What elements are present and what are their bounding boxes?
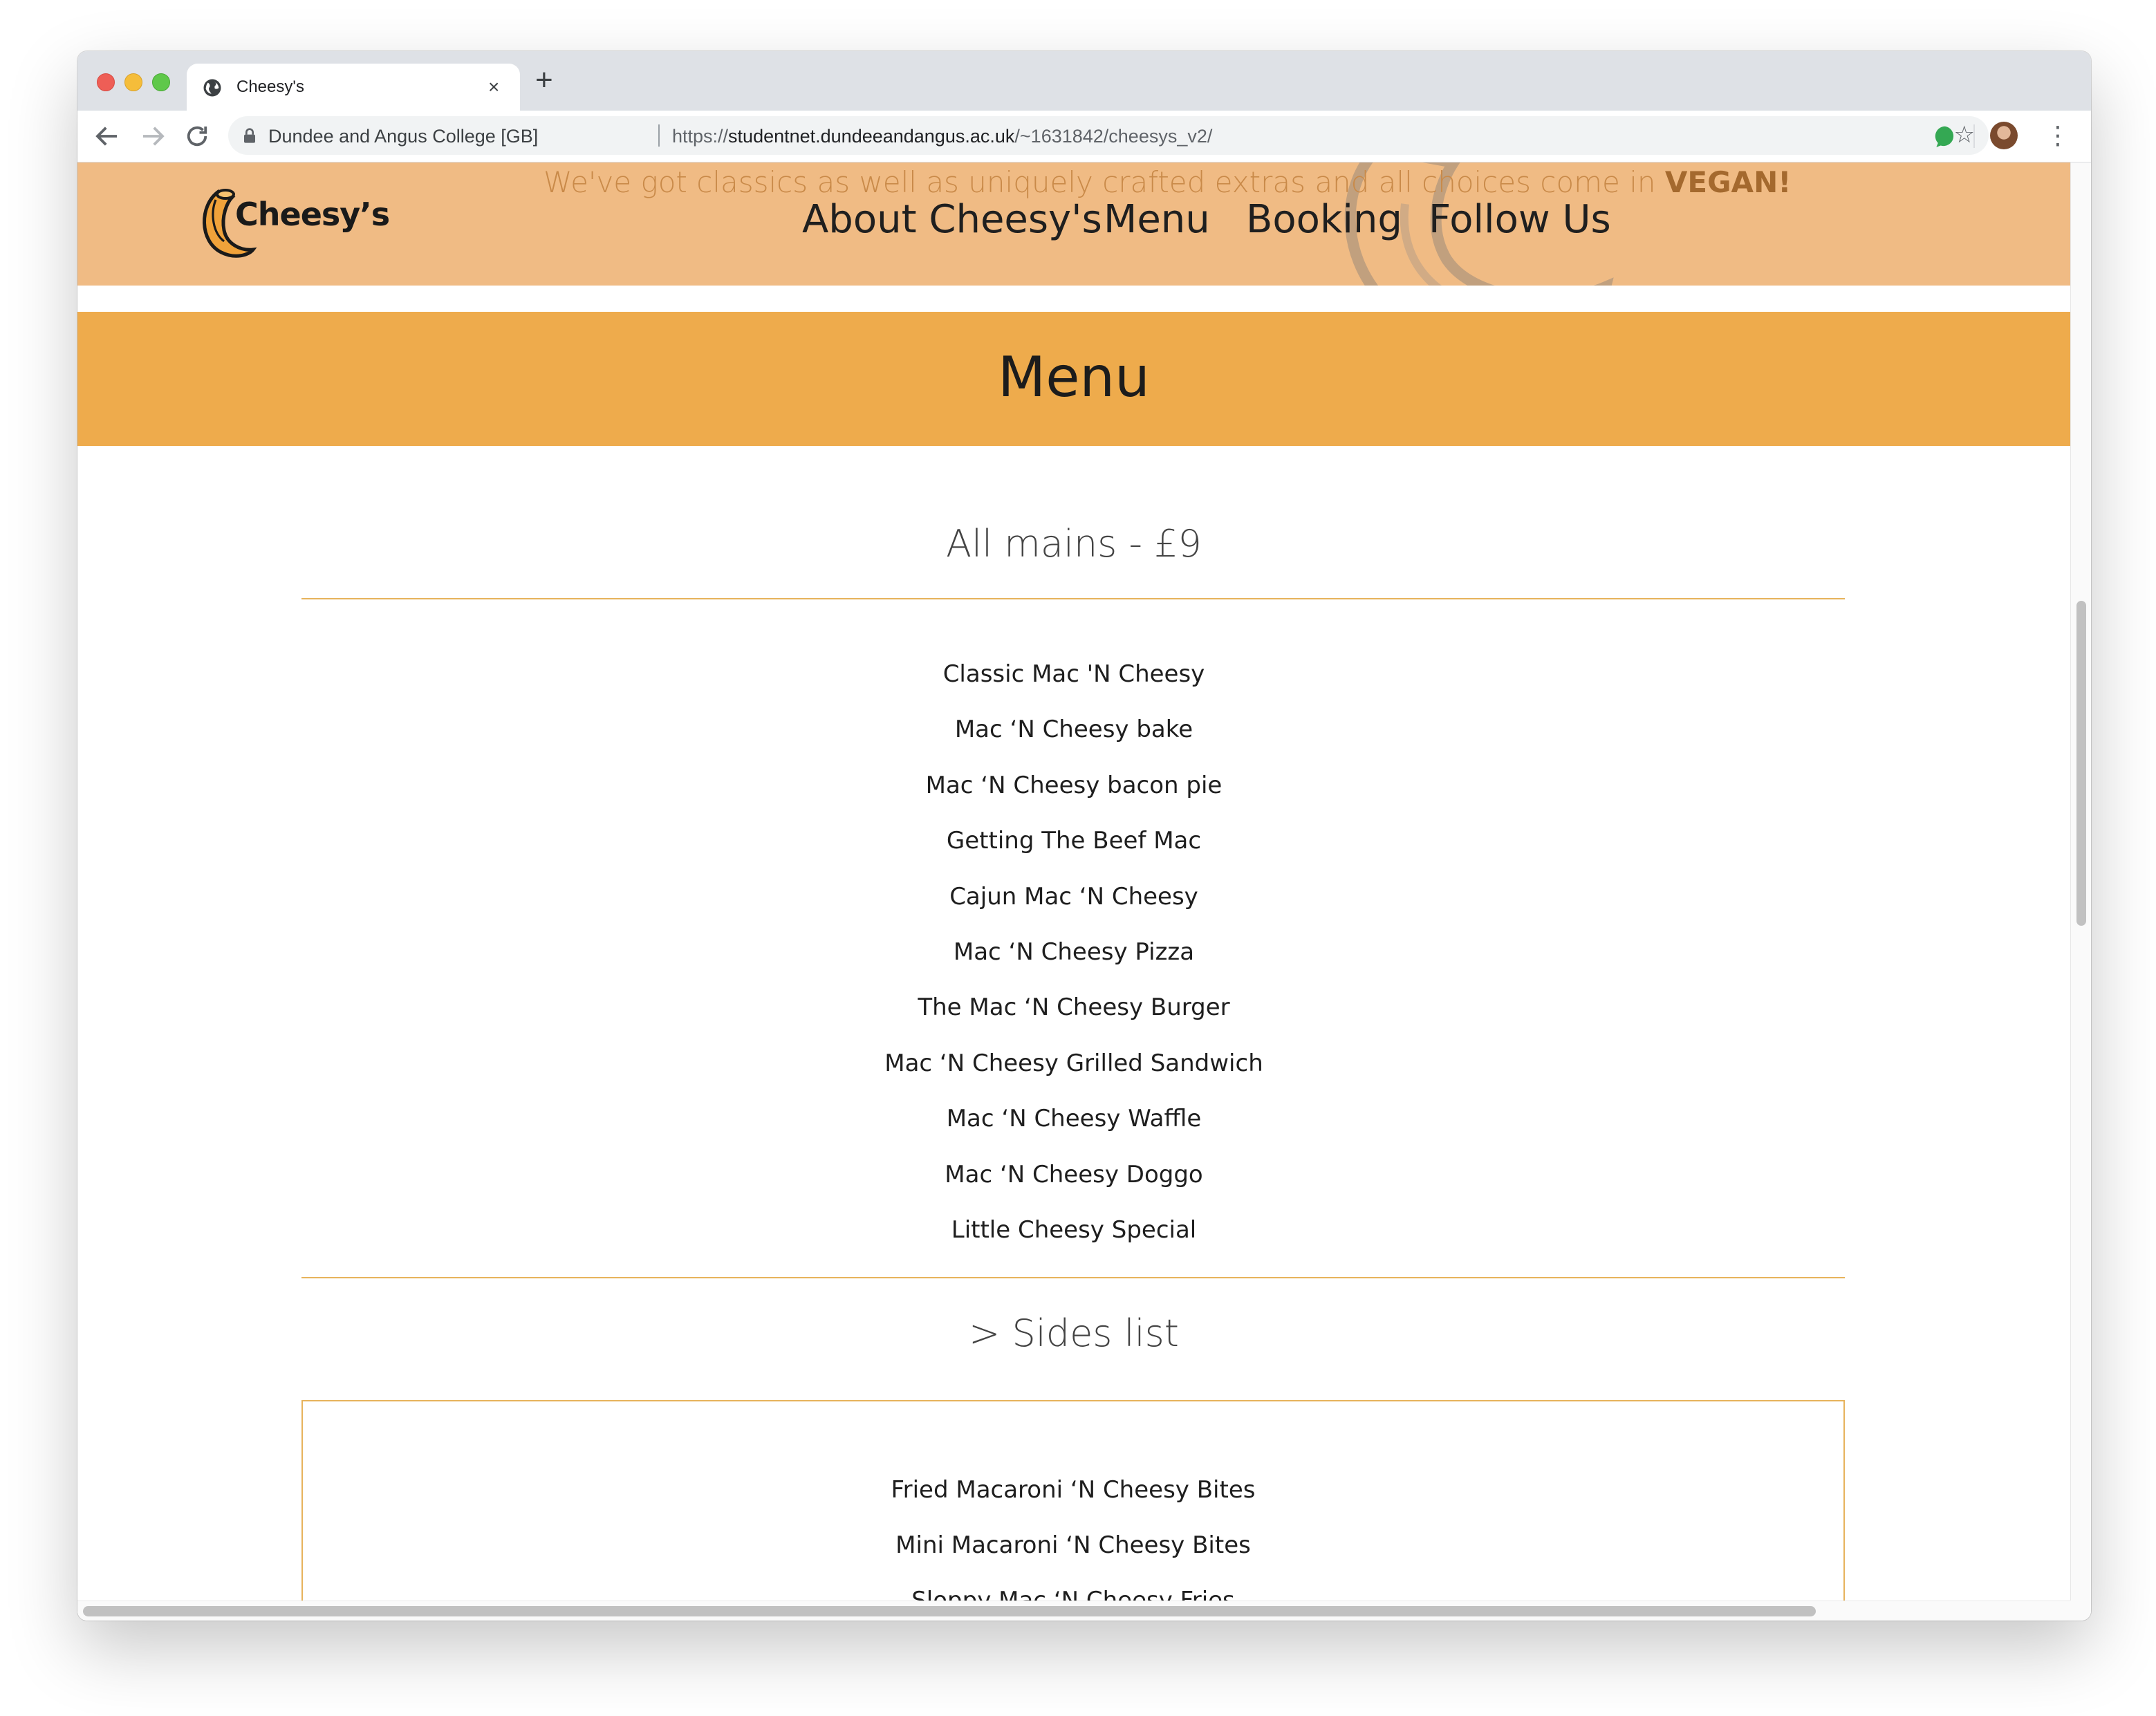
- sides-toggle[interactable]: > Sides list: [77, 1312, 2070, 1355]
- list-item: Getting The Beef Mac: [946, 827, 1202, 855]
- list-item: Mac ‘N Cheesy Grilled Sandwich: [884, 1049, 1263, 1077]
- tagline: We've got classics as well as uniquely c…: [543, 165, 1791, 199]
- tagline-text: We've got classics as well as uniquely c…: [543, 165, 1665, 199]
- horizontal-scrollbar-thumb[interactable]: [83, 1606, 1816, 1616]
- nav-follow-us[interactable]: Follow Us: [1429, 197, 1611, 242]
- address-bar[interactable]: Dundee and Angus College [GB] https://st…: [228, 116, 1989, 155]
- list-item: Cajun Mac ‘N Cheesy: [949, 882, 1198, 911]
- divider-bottom: [301, 1277, 1845, 1278]
- logo-text[interactable]: Cheesy’s: [235, 196, 390, 233]
- mains-list: Classic Mac 'N Cheesy Mac ‘N Cheesy bake…: [77, 646, 2070, 1258]
- nav-menu[interactable]: Menu: [1104, 197, 1210, 242]
- nav-booking[interactable]: Booking: [1246, 197, 1402, 242]
- list-item: Mac ‘N Cheesy Doggo: [945, 1160, 1203, 1188]
- tagline-emphasis: VEGAN!: [1664, 165, 1792, 199]
- url-host: studentnet.dundeeandangus.ac.uk: [728, 126, 1015, 147]
- divider-top: [301, 598, 1845, 599]
- list-item: Sloppy Mac ‘N Cheesy Fries: [911, 1587, 1235, 1601]
- list-item: Fried Macaroni ‘N Cheesy Bites: [891, 1476, 1256, 1504]
- nav-about[interactable]: About Cheesy's: [802, 197, 1102, 242]
- list-item: The Mac ‘N Cheesy Burger: [918, 994, 1230, 1022]
- globe-icon: [203, 79, 221, 97]
- forward-arrow-icon[interactable]: [138, 122, 167, 151]
- menu-banner: Menu: [77, 312, 2070, 446]
- list-item: Mini Macaroni ‘N Cheesy Bites: [895, 1531, 1251, 1559]
- sides-list: Fried Macaroni ‘N Cheesy Bites Mini Maca…: [303, 1462, 1843, 1601]
- back-arrow-icon[interactable]: [93, 122, 122, 151]
- list-item: Classic Mac 'N Cheesy: [942, 660, 1205, 688]
- toolbar-separator: [1973, 124, 1975, 148]
- vertical-scrollbar-thumb[interactable]: [2076, 601, 2086, 926]
- url-scheme: https://: [672, 126, 729, 147]
- site-identity[interactable]: Dundee and Angus College [GB]: [268, 126, 538, 147]
- page-content: Cheesy’s We've got classics as well as u…: [77, 162, 2070, 1601]
- new-tab-button[interactable]: +: [535, 65, 553, 95]
- tab-title: Cheesy's: [236, 77, 304, 96]
- vertical-scrollbar[interactable]: [2070, 162, 2091, 1601]
- scrollbar-corner: [2070, 1601, 2091, 1621]
- list-item: Mac ‘N Cheesy bacon pie: [925, 771, 1223, 799]
- extension-icon[interactable]: [1932, 123, 1958, 149]
- url-path: /~1631842/cheesys_v2/: [1014, 126, 1213, 147]
- browser-window: Cheesy's × + Dundee and Angus College [G…: [77, 51, 2091, 1621]
- url-text[interactable]: https://studentnet.dundeeandangus.ac.uk/…: [672, 126, 1212, 147]
- lock-icon: [244, 128, 255, 143]
- maximize-window-button[interactable]: [152, 73, 170, 91]
- horizontal-scrollbar[interactable]: [77, 1601, 2070, 1621]
- sides-panel: Fried Macaroni ‘N Cheesy Bites Mini Maca…: [301, 1400, 1845, 1601]
- page-title: Menu: [998, 345, 1150, 409]
- site-header: Cheesy’s We've got classics as well as u…: [77, 162, 2070, 286]
- reload-icon[interactable]: [183, 122, 212, 151]
- browser-menu-icon[interactable]: ⋮: [2045, 119, 2070, 152]
- web-viewport: Cheesy’s We've got classics as well as u…: [77, 162, 2091, 1621]
- tab-cheesys[interactable]: Cheesy's ×: [187, 64, 520, 111]
- address-separator: [658, 124, 660, 147]
- list-item: Mac ‘N Cheesy Pizza: [953, 938, 1195, 966]
- tab-strip: Cheesy's × +: [77, 51, 2091, 111]
- minimize-window-button[interactable]: [124, 73, 142, 91]
- header-gap: [77, 286, 2070, 312]
- mains-heading: All mains - £9: [946, 522, 1202, 566]
- list-item: Little Cheesy Special: [951, 1215, 1197, 1244]
- list-item: Mac ‘N Cheesy Waffle: [946, 1105, 1202, 1133]
- list-item: Mac ‘N Cheesy bake: [954, 716, 1193, 744]
- tab-close-icon[interactable]: ×: [488, 77, 499, 97]
- profile-avatar[interactable]: [1990, 122, 2018, 149]
- close-window-button[interactable]: [97, 73, 115, 91]
- browser-toolbar: Dundee and Angus College [GB] https://st…: [77, 111, 2091, 162]
